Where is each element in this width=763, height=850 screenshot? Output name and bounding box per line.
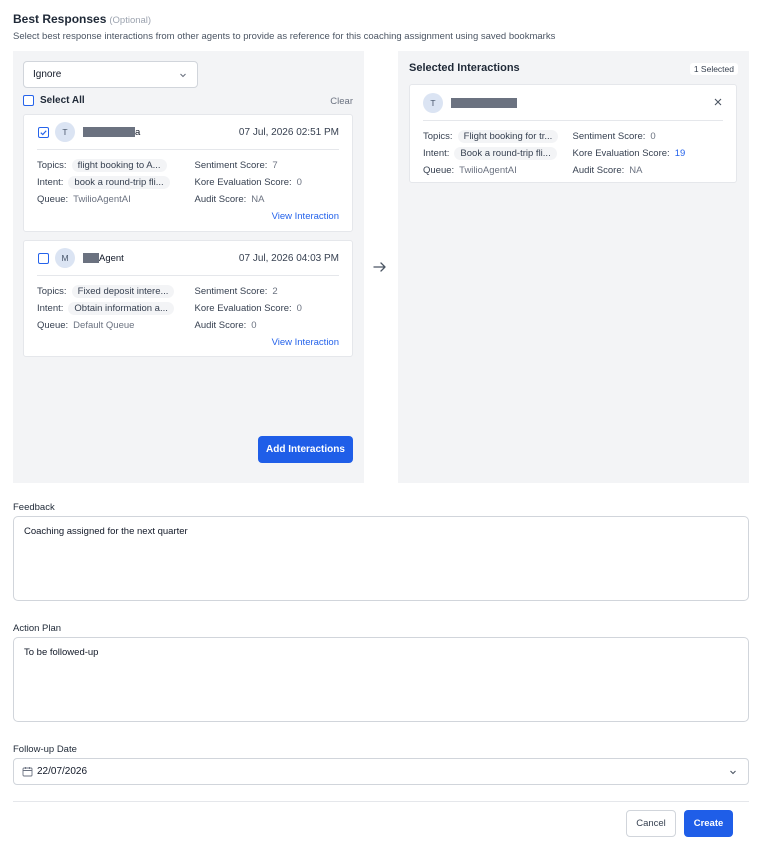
cancel-button[interactable]: Cancel [626, 810, 676, 837]
close-icon[interactable] [713, 97, 723, 107]
agent-name: a [83, 127, 140, 138]
bookmark-checkbox-checked[interactable] [38, 126, 49, 138]
sentiment-label: Sentiment Score: [572, 131, 646, 142]
selected-interaction-card: T Topics: Flight booking for tr... Sentim… [409, 84, 737, 183]
audit-score-label: Audit Score: [194, 320, 247, 331]
followup-date-label: Follow-up Date [13, 744, 77, 755]
select-all[interactable]: Select All [23, 95, 85, 106]
kore-score-label: Kore Evaluation Score: [572, 148, 670, 159]
arrow-right-icon [372, 259, 388, 275]
intent-label: Intent: [37, 177, 64, 188]
redacted-name [83, 127, 135, 137]
best-responses-header: Best Responses (Optional) Select best res… [13, 12, 753, 42]
agent-name-suffix: Agent [99, 252, 124, 264]
topics-label: Topics: [37, 160, 67, 171]
agent-name-suffix: a [135, 126, 141, 138]
chevron-down-icon [178, 70, 188, 80]
chevron-down-icon [728, 767, 738, 777]
avatar: M [55, 248, 75, 268]
sentiment-value: 2 [272, 286, 278, 297]
queue-value: Default Queue [73, 320, 135, 331]
select-all-label: Select All [40, 95, 85, 106]
optional-tag: (Optional) [109, 15, 152, 26]
queue-value: TwilioAgentAI [73, 194, 131, 205]
selected-interactions-title: Selected Interactions [409, 62, 520, 74]
kore-score-label: Kore Evaluation Score: [194, 303, 292, 314]
redacted-name [451, 97, 517, 108]
audit-score-label: Audit Score: [572, 165, 625, 176]
sentiment-label: Sentiment Score: [194, 286, 268, 297]
intent-label: Intent: [37, 303, 64, 314]
kore-score-value: 0 [296, 303, 302, 314]
create-button[interactable]: Create [684, 810, 733, 837]
sentiment-value: 7 [272, 160, 278, 171]
feedback-textarea[interactable]: Coaching assigned for the next quarter [13, 516, 749, 601]
action-plan-label: Action Plan [13, 623, 62, 634]
interaction-date: 07 Jul, 2026 02:51 PM [238, 126, 339, 138]
kore-score-value: 0 [296, 177, 302, 188]
bookmark-filter-value: Ignore [33, 69, 62, 80]
action-plan-textarea[interactable]: To be followed-up [13, 637, 749, 722]
section-subtitle: Select best response interactions from o… [13, 31, 556, 42]
followup-date-picker[interactable]: 22/07/2026 [13, 758, 749, 785]
interaction-date: 07 Jul, 2026 04:03 PM [238, 252, 339, 264]
audit-score-label: Audit Score: [194, 194, 247, 205]
bookmarks-panel: Ignore Select All Clear T a 07 Jul, 2026… [13, 51, 364, 483]
audit-score-value: NA [251, 194, 265, 205]
check-icon [40, 129, 47, 135]
kore-score-label: Kore Evaluation Score: [194, 177, 292, 188]
topics-label: Topics: [37, 286, 67, 297]
bookmark-checkbox[interactable] [38, 252, 49, 264]
queue-label: Queue: [37, 320, 69, 331]
select-all-checkbox[interactable] [23, 95, 34, 106]
intent-chip: Book a round-trip fli... [454, 147, 557, 160]
agent-name: Agent [83, 253, 124, 264]
calendar-icon [22, 766, 33, 777]
section-title: Best Responses (Optional) [13, 12, 753, 26]
view-interaction-link[interactable]: View Interaction [272, 211, 339, 222]
followup-date-value: 22/07/2026 [37, 766, 88, 777]
topics-chip: flight booking to A... [71, 159, 167, 172]
queue-label: Queue: [423, 165, 455, 176]
avatar: T [55, 122, 75, 142]
feedback-label: Feedback [13, 502, 55, 513]
redacted-name [83, 253, 99, 263]
bookmark-card[interactable]: M Agent 07 Jul, 2026 04:03 PM Topics: Fix… [23, 240, 353, 357]
view-interaction-link[interactable]: View Interaction [272, 337, 339, 348]
sentiment-value: 0 [650, 131, 656, 142]
queue-value: TwilioAgentAI [459, 165, 517, 176]
intent-label: Intent: [423, 148, 450, 159]
intent-chip: book a round-trip fli... [68, 176, 170, 189]
avatar: T [423, 92, 443, 113]
topics-chip: Fixed deposit intere... [71, 285, 175, 298]
intent-chip: Obtain information a... [68, 302, 174, 315]
section-title-text: Best Responses [13, 12, 107, 26]
bookmark-card[interactable]: T a 07 Jul, 2026 02:51 PM Topics: flight … [23, 114, 353, 232]
footer-divider [13, 801, 749, 802]
sentiment-label: Sentiment Score: [194, 160, 268, 171]
queue-label: Queue: [37, 194, 69, 205]
topics-chip: Flight booking for tr... [457, 130, 559, 143]
add-interactions-button[interactable]: Add Interactions [258, 436, 353, 463]
topics-label: Topics: [423, 131, 453, 142]
bookmark-filter-dropdown[interactable]: Ignore [23, 61, 198, 88]
audit-score-value: NA [629, 165, 643, 176]
audit-score-value: 0 [251, 320, 257, 331]
clear-button[interactable]: Clear [330, 96, 353, 107]
selected-count-badge: 1 Selected [689, 63, 738, 75]
kore-score-value: 19 [674, 148, 686, 159]
agent-name [451, 97, 517, 108]
selected-interactions-panel: Selected Interactions 1 Selected T Topic… [398, 51, 749, 483]
